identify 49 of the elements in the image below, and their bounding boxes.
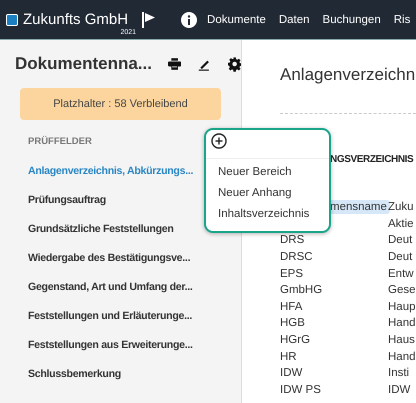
nav-link[interactable]: Dokumente [207, 14, 266, 26]
section-heading: NGSVERZEICHNIS [330, 154, 414, 165]
nav-link[interactable]: Buchungen [322, 14, 381, 26]
logo-icon [6, 14, 18, 26]
sidebar-item[interactable]: Anlagenverzeichnis, Abkürzungs... [28, 157, 194, 186]
table-cell: Gese [388, 284, 416, 296]
table-cell: Haus [388, 334, 415, 346]
print-icon[interactable] [168, 57, 182, 71]
menu-item[interactable]: Inhaltsverzeichnis [218, 204, 310, 225]
table-cell: Entw [388, 268, 414, 280]
table-cell-text: HGrG [279, 333, 312, 348]
company-name: Zukunfts GmbH [23, 11, 128, 29]
settings-icon[interactable] [228, 56, 241, 72]
flag-icon[interactable] [142, 12, 156, 28]
table-cell: Deut [388, 234, 412, 246]
table-cell-text: HR [279, 350, 298, 364]
sidebar-item[interactable]: Feststellungen und Erläuterunge... [28, 302, 192, 331]
table-cell-text: HGB [279, 316, 306, 330]
sidebar-item[interactable]: Wiedergabe des Bestätigungsve... [28, 244, 190, 273]
table-cell: Insti [388, 367, 410, 380]
table-cell-text: IDW [279, 366, 304, 380]
nav-link[interactable]: Ris [394, 14, 410, 26]
table-cell: Haup [388, 300, 416, 313]
table-cell: Deut [388, 251, 412, 264]
table-cell: Aktie [388, 218, 414, 230]
section-label: PRÜFFELDER [28, 136, 92, 147]
add-icon[interactable] [211, 133, 227, 149]
menu-item[interactable]: Neuer Anhang [218, 183, 292, 204]
table-cell: IDW [388, 384, 410, 396]
nav-link[interactable]: Daten [278, 14, 310, 26]
table-cell-text: IDW PS [279, 382, 322, 397]
sidebar-item[interactable]: Grundsätzliche Feststellungen [28, 215, 174, 244]
table-cell-text: HFA [279, 300, 304, 314]
sidebar-item[interactable]: Schlussbemerkung [28, 360, 121, 389]
table-cell: Hand [388, 350, 416, 363]
table-cell: Hand [388, 317, 416, 330]
table-cell-text: DRS [279, 233, 306, 248]
menu-item[interactable]: Neuer Bereich [218, 162, 292, 183]
page-title: Anlagenverzeichni [280, 65, 416, 85]
table-cell-text: GmbHG [279, 283, 324, 298]
sidebar-item[interactable]: Gegenstand, Art und Umfang der... [28, 273, 193, 302]
placeholder-banner: Platzhalter : 58 Verbleibend [20, 88, 221, 120]
info-icon[interactable] [181, 12, 198, 28]
table-cell-text: DRSC [279, 250, 314, 264]
sidebar-item[interactable]: Feststellungen aus Erweiterunge... [28, 331, 193, 360]
sidebar-item[interactable]: Prüfungsauftrag [28, 186, 106, 215]
document-title: Dokumentenna... [15, 54, 152, 74]
table-cell-text: EPS [279, 266, 304, 281]
table-cell: Zuku [388, 201, 414, 214]
